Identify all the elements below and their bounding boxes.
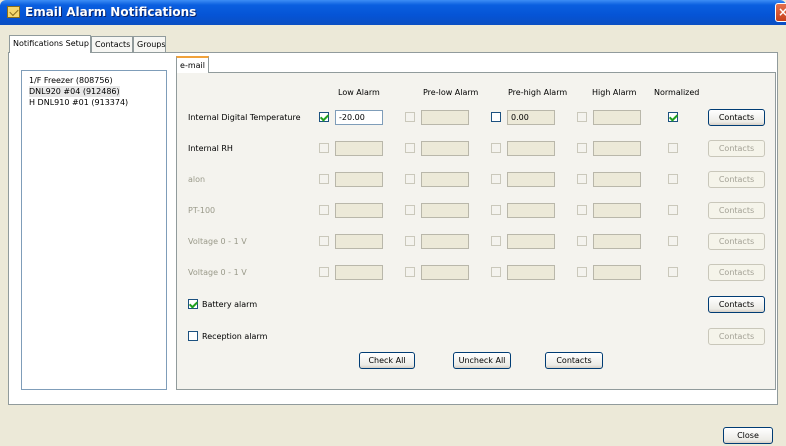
- normalized-checkbox[interactable]: [668, 143, 678, 153]
- column-low-alarm: Low Alarm: [338, 88, 380, 97]
- low-alarm-checkbox[interactable]: [319, 112, 329, 122]
- pre-high-alarm-checkbox[interactable]: [491, 174, 501, 184]
- logger-tree[interactable]: 1/F Freezer (808756) DNL920 #04 (912486)…: [21, 70, 167, 390]
- row-label-internal-rh: Internal RH: [188, 144, 233, 153]
- pre-high-alarm-value[interactable]: 0.00: [507, 110, 555, 125]
- low-alarm-checkbox[interactable]: [319, 174, 329, 184]
- low-alarm-value[interactable]: [335, 234, 383, 249]
- pre-low-alarm-checkbox[interactable]: [405, 174, 415, 184]
- window-title: Email Alarm Notifications: [25, 5, 197, 19]
- battery-contacts-button[interactable]: Contacts: [708, 296, 765, 313]
- pre-low-alarm-value[interactable]: [421, 110, 469, 125]
- high-alarm-value[interactable]: [593, 141, 641, 156]
- normalized-checkbox[interactable]: [668, 112, 678, 122]
- contacts-all-button[interactable]: Contacts: [545, 352, 603, 369]
- row-label-pt-100: PT-100: [188, 206, 216, 215]
- row-label-voltage: Voltage 0 - 1 V: [188, 237, 247, 246]
- column-pre-high-alarm: Pre-high Alarm: [508, 88, 568, 97]
- pre-high-alarm-checkbox[interactable]: [491, 143, 501, 153]
- pre-high-alarm-value[interactable]: [507, 265, 555, 280]
- pre-high-alarm-checkbox[interactable]: [491, 205, 501, 215]
- low-alarm-checkbox[interactable]: [319, 143, 329, 153]
- pre-low-alarm-checkbox[interactable]: [405, 143, 415, 153]
- tab-groups[interactable]: Groups: [133, 36, 166, 52]
- tree-item-freezer[interactable]: 1/F Freezer (808756): [29, 75, 113, 86]
- reception-contacts-button[interactable]: Contacts: [708, 328, 765, 345]
- pre-high-alarm-checkbox[interactable]: [491, 267, 501, 277]
- high-alarm-checkbox[interactable]: [577, 267, 587, 277]
- high-alarm-value[interactable]: [593, 265, 641, 280]
- pre-high-alarm-checkbox[interactable]: [491, 112, 501, 122]
- high-alarm-checkbox[interactable]: [577, 143, 587, 153]
- close-button[interactable]: Close: [723, 427, 773, 444]
- row-label-alon: alon: [188, 175, 206, 184]
- contacts-button[interactable]: Contacts: [708, 202, 765, 219]
- pre-high-alarm-value[interactable]: [507, 203, 555, 218]
- high-alarm-value[interactable]: [593, 234, 641, 249]
- pre-high-alarm-value[interactable]: [507, 141, 555, 156]
- column-normalized: Normalized: [654, 88, 700, 97]
- high-alarm-checkbox[interactable]: [577, 112, 587, 122]
- normalized-checkbox[interactable]: [668, 174, 678, 184]
- low-alarm-value[interactable]: [335, 172, 383, 187]
- column-pre-low-alarm: Pre-low Alarm: [423, 88, 479, 97]
- tab-contacts[interactable]: Contacts: [91, 36, 133, 52]
- pre-high-alarm-value[interactable]: [507, 172, 555, 187]
- contacts-button[interactable]: Contacts: [708, 171, 765, 188]
- pre-low-alarm-checkbox[interactable]: [405, 236, 415, 246]
- high-alarm-checkbox[interactable]: [577, 205, 587, 215]
- low-alarm-value[interactable]: [335, 203, 383, 218]
- high-alarm-checkbox[interactable]: [577, 174, 587, 184]
- pre-high-alarm-value[interactable]: [507, 234, 555, 249]
- pre-low-alarm-checkbox[interactable]: [405, 205, 415, 215]
- title-bar: Email Alarm Notifications ×: [0, 0, 786, 25]
- low-alarm-value[interactable]: -20.00: [335, 110, 383, 125]
- pre-low-alarm-checkbox[interactable]: [405, 267, 415, 277]
- mail-icon: [7, 6, 20, 18]
- battery-alarm-checkbox[interactable]: [188, 299, 198, 309]
- contacts-button[interactable]: Contacts: [708, 264, 765, 281]
- email-alarm-window: Email Alarm Notifications × Notification…: [0, 0, 786, 446]
- row-label-voltage: Voltage 0 - 1 V: [188, 268, 247, 277]
- pre-low-alarm-value[interactable]: [421, 265, 469, 280]
- low-alarm-value[interactable]: [335, 141, 383, 156]
- tab-notifications-setup[interactable]: Notifications Setup: [9, 35, 91, 53]
- low-alarm-checkbox[interactable]: [319, 236, 329, 246]
- normalized-checkbox[interactable]: [668, 267, 678, 277]
- tree-item-dnl920[interactable]: DNL920 #04 (912486): [29, 86, 120, 97]
- pre-high-alarm-checkbox[interactable]: [491, 236, 501, 246]
- row-label-internal-digital-temperature: Internal Digital Temperature: [188, 113, 301, 122]
- tree-item-dnl910[interactable]: H DNL910 #01 (913374): [29, 97, 128, 108]
- normalized-checkbox[interactable]: [668, 236, 678, 246]
- pre-low-alarm-value[interactable]: [421, 203, 469, 218]
- close-window-button[interactable]: ×: [775, 3, 786, 22]
- high-alarm-value[interactable]: [593, 110, 641, 125]
- high-alarm-value[interactable]: [593, 203, 641, 218]
- pre-low-alarm-value[interactable]: [421, 141, 469, 156]
- low-alarm-checkbox[interactable]: [319, 267, 329, 277]
- uncheck-all-button[interactable]: Uncheck All: [453, 352, 511, 369]
- pre-low-alarm-value[interactable]: [421, 172, 469, 187]
- normalized-checkbox[interactable]: [668, 205, 678, 215]
- pre-low-alarm-checkbox[interactable]: [405, 112, 415, 122]
- battery-alarm-label: Battery alarm: [202, 300, 258, 309]
- high-alarm-checkbox[interactable]: [577, 236, 587, 246]
- contacts-button[interactable]: Contacts: [708, 109, 765, 126]
- high-alarm-value[interactable]: [593, 172, 641, 187]
- check-all-button[interactable]: Check All: [359, 352, 415, 369]
- tab-email[interactable]: e-mail: [176, 56, 209, 73]
- low-alarm-value[interactable]: [335, 265, 383, 280]
- contacts-button[interactable]: Contacts: [708, 140, 765, 157]
- pre-low-alarm-value[interactable]: [421, 234, 469, 249]
- reception-alarm-checkbox[interactable]: [188, 331, 198, 341]
- low-alarm-checkbox[interactable]: [319, 205, 329, 215]
- column-high-alarm: High Alarm: [592, 88, 637, 97]
- reception-alarm-label: Reception alarm: [202, 332, 268, 341]
- contacts-button[interactable]: Contacts: [708, 233, 765, 250]
